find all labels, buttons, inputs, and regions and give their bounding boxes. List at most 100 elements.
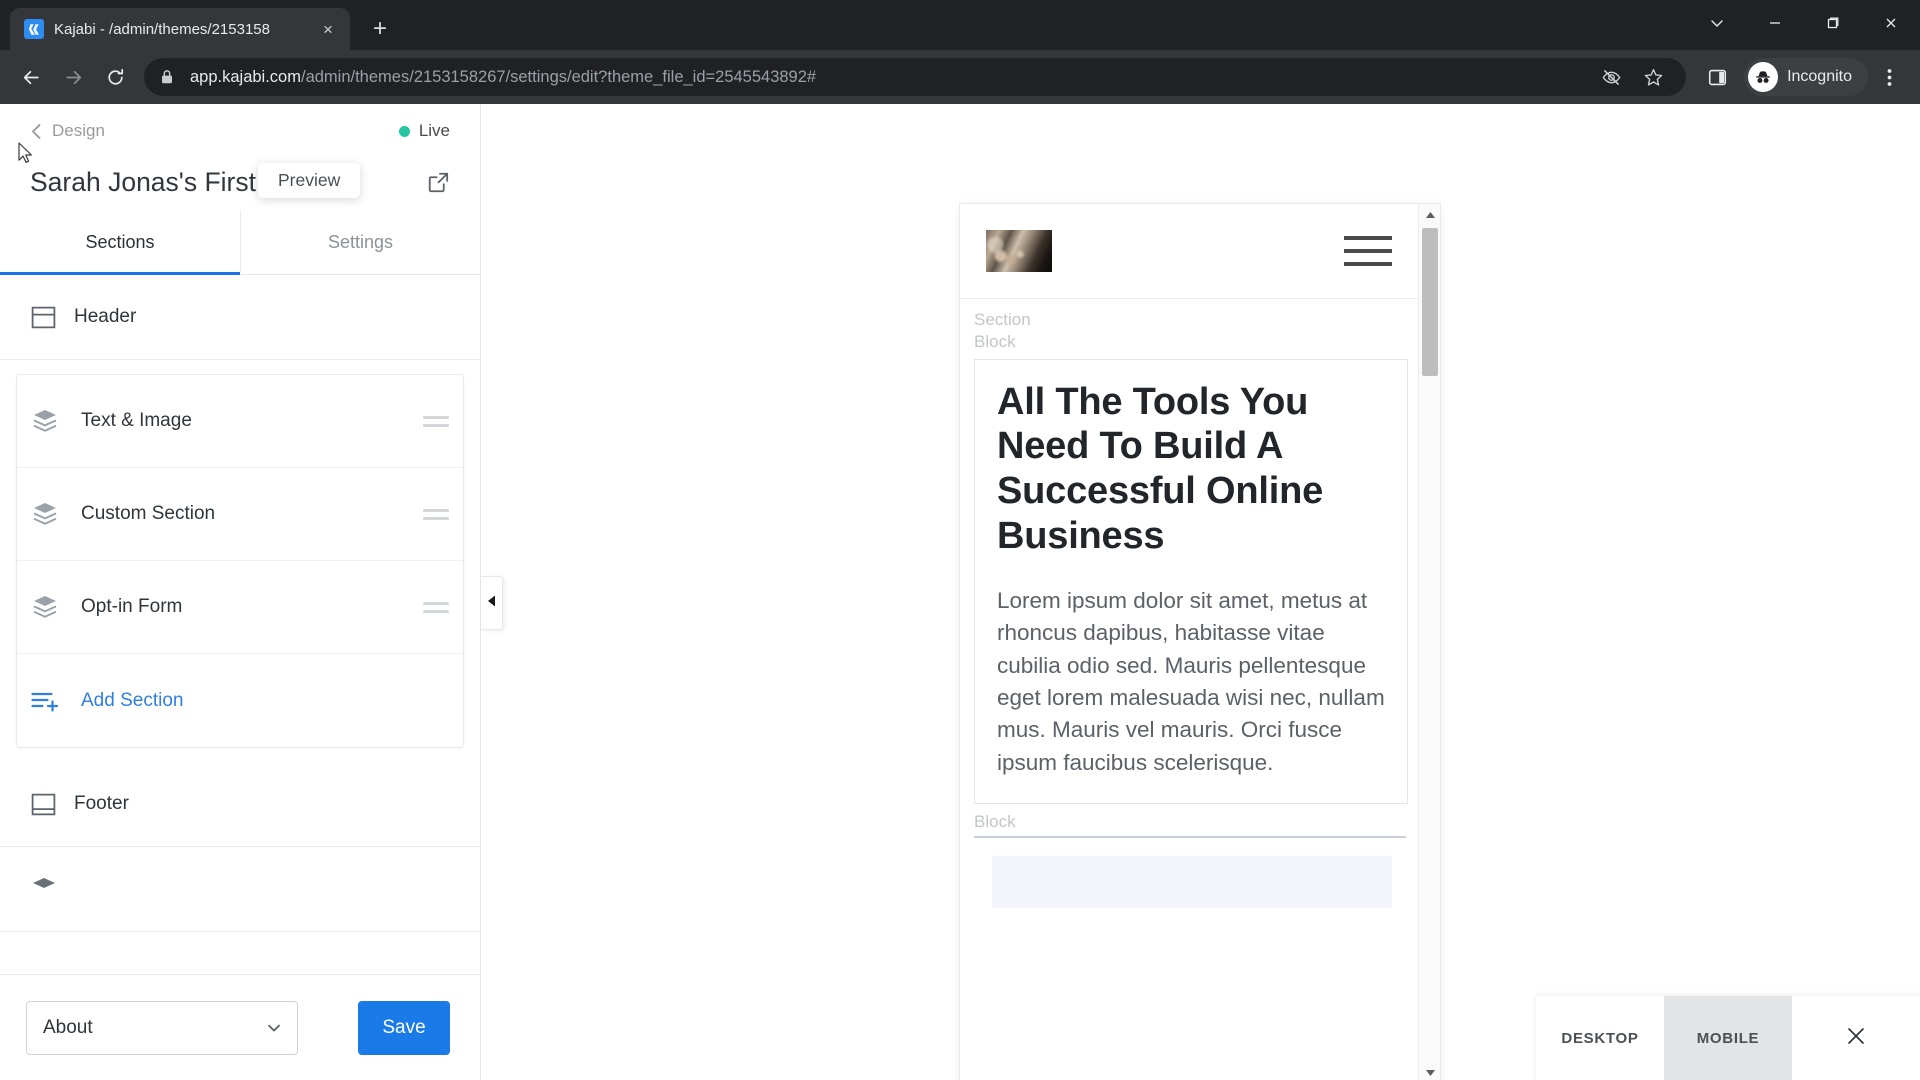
tab-close-icon[interactable]: × (316, 17, 340, 41)
hamburger-menu-icon[interactable] (1344, 236, 1392, 266)
lock-icon (160, 69, 178, 85)
back-arrow-icon[interactable] (10, 56, 52, 98)
layers-icon (31, 407, 81, 435)
sidebar-item-header[interactable]: Header (0, 275, 480, 360)
editor-sidebar: Design Live Sarah Jonas's First Site Pre… (0, 104, 481, 1080)
tab-strip: Kajabi - /admin/themes/2153158 × + (0, 0, 1920, 50)
maximize-icon[interactable] (1804, 0, 1862, 46)
scrollbar-thumb[interactable] (1422, 228, 1438, 376)
sidebar-item-footer-label: Footer (74, 793, 129, 814)
browser-toolbar: app.kajabi.com/admin/themes/2153158267/s… (0, 50, 1920, 104)
scroll-down-arrow-icon[interactable] (1419, 1062, 1440, 1080)
browser-window: Kajabi - /admin/themes/2153158 × + app.k… (0, 0, 1920, 1080)
preview-viewport[interactable]: Section Block All The Tools You Need To … (960, 204, 1418, 1080)
status-badge-label: Live (418, 121, 450, 140)
add-section-button[interactable]: Add Section (17, 654, 463, 747)
layers-icon (30, 875, 74, 903)
eye-slash-icon[interactable] (1590, 56, 1632, 98)
tab-settings[interactable]: Settings (240, 210, 480, 275)
tab-search-chevron-icon[interactable] (1688, 0, 1746, 46)
preview-overlay-labels: Section Block (960, 299, 1418, 353)
window-controls (1688, 0, 1920, 46)
status-badge: Live (398, 121, 450, 141)
page-select-value: About (43, 1016, 93, 1038)
device-toggle-bar: DESKTOP MOBILE (1536, 996, 1920, 1080)
drag-handle-icon[interactable] (423, 415, 449, 427)
sidebar-item-header-label: Header (74, 306, 137, 327)
sidebar-collapse-handle[interactable] (481, 576, 503, 630)
preview-site-header (960, 204, 1418, 299)
overlay-label-section: Section (974, 310, 1031, 329)
close-icon (1845, 1025, 1867, 1052)
preview-content-block[interactable]: All The Tools You Need To Build A Succes… (974, 358, 1408, 805)
chevron-left-icon (30, 123, 43, 140)
url-domain: app.kajabi.com (190, 67, 301, 86)
mouse-cursor (18, 142, 35, 171)
back-to-design-label: Design (52, 121, 105, 140)
theme-editor-app: Design Live Sarah Jonas's First Site Pre… (0, 104, 1920, 1080)
device-toggle-desktop[interactable]: DESKTOP (1536, 996, 1664, 1080)
minimize-icon[interactable] (1746, 0, 1804, 46)
sidebar-header-top-row: Design Live (30, 118, 450, 144)
mobile-preview-frame: Section Block All The Tools You Need To … (960, 204, 1440, 1080)
save-button[interactable]: Save (358, 1000, 450, 1055)
sidebar-header: Design Live Sarah Jonas's First Site Pre… (0, 104, 480, 210)
add-section-label: Add Section (81, 689, 184, 711)
site-logo-image (986, 230, 1052, 272)
drag-handle-icon[interactable] (423, 508, 449, 520)
sidebar-footer-bar: About Save (0, 974, 480, 1080)
layers-icon (31, 593, 81, 621)
sidebar-item-label: Text & Image (81, 410, 192, 431)
header-layout-icon (30, 304, 74, 331)
close-preview-button[interactable] (1792, 996, 1920, 1080)
sidebar-item-opt-in-form[interactable]: Opt-in Form (17, 561, 463, 654)
device-toggle-mobile[interactable]: MOBILE (1664, 996, 1792, 1080)
forward-arrow-icon[interactable] (52, 56, 94, 98)
sidebar-item-partially-visible[interactable] (0, 847, 480, 932)
page-select[interactable]: About (26, 1000, 298, 1055)
close-icon[interactable] (1862, 0, 1920, 46)
external-link-icon[interactable] (427, 171, 450, 194)
browser-tab[interactable]: Kajabi - /admin/themes/2153158 × (10, 8, 350, 50)
preview-next-block-placeholder[interactable] (992, 856, 1392, 909)
side-panel-icon[interactable] (1696, 56, 1738, 98)
address-bar[interactable]: app.kajabi.com/admin/themes/2153158267/s… (144, 56, 1687, 98)
add-section-icon (31, 689, 81, 713)
preview-block-divider (974, 836, 1406, 839)
overlay-label-block-2: Block (974, 812, 1016, 832)
live-status-dot (398, 125, 410, 137)
preview-tooltip: Preview (258, 163, 361, 198)
layers-icon (31, 500, 81, 528)
preview-heading: All The Tools You Need To Build A Succes… (997, 380, 1324, 557)
back-to-design-button[interactable]: Design (30, 121, 105, 141)
profile-label: Incognito (1787, 68, 1852, 85)
omnibox-actions (1590, 56, 1674, 98)
sidebar-tabs: Sections Settings (0, 210, 480, 275)
tab-sections[interactable]: Sections (0, 210, 240, 275)
triangle-left-icon (487, 594, 496, 612)
scroll-up-arrow-icon[interactable] (1419, 204, 1440, 226)
kajabi-logo-icon (24, 19, 44, 39)
tab-title: Kajabi - /admin/themes/2153158 (54, 20, 270, 38)
url-path: /admin/themes/2153158267/settings/edit?t… (300, 67, 817, 86)
preview-stage: Section Block All The Tools You Need To … (482, 104, 1920, 1080)
star-icon[interactable] (1632, 56, 1674, 98)
drag-handle-icon[interactable] (423, 601, 449, 613)
sidebar-item-footer[interactable]: Footer (0, 762, 480, 847)
overlay-label-block: Block (974, 331, 1016, 351)
footer-layout-icon (30, 791, 74, 818)
sections-list: Header Text & Image Custom Section Opt-i… (0, 275, 480, 974)
preview-paragraph: Lorem ipsum dolor sit amet, metus at rho… (997, 587, 1385, 775)
site-title-row: Sarah Jonas's First Site Preview (30, 154, 450, 210)
editable-sections-group: Text & Image Custom Section Opt-in Form … (16, 374, 464, 748)
address-bar-url: app.kajabi.com/admin/themes/2153158267/s… (190, 68, 816, 87)
chevron-down-icon (265, 1019, 283, 1037)
sidebar-item-text-and-image[interactable]: Text & Image (17, 375, 463, 468)
reload-icon[interactable] (94, 56, 136, 98)
sidebar-item-label: Opt-in Form (81, 596, 183, 617)
three-dot-menu-icon[interactable] (1868, 56, 1910, 98)
profile-incognito-button[interactable]: Incognito (1744, 58, 1868, 96)
preview-scrollbar[interactable] (1418, 204, 1440, 1080)
new-tab-button[interactable]: + (362, 11, 398, 47)
sidebar-item-custom-section[interactable]: Custom Section (17, 468, 463, 561)
